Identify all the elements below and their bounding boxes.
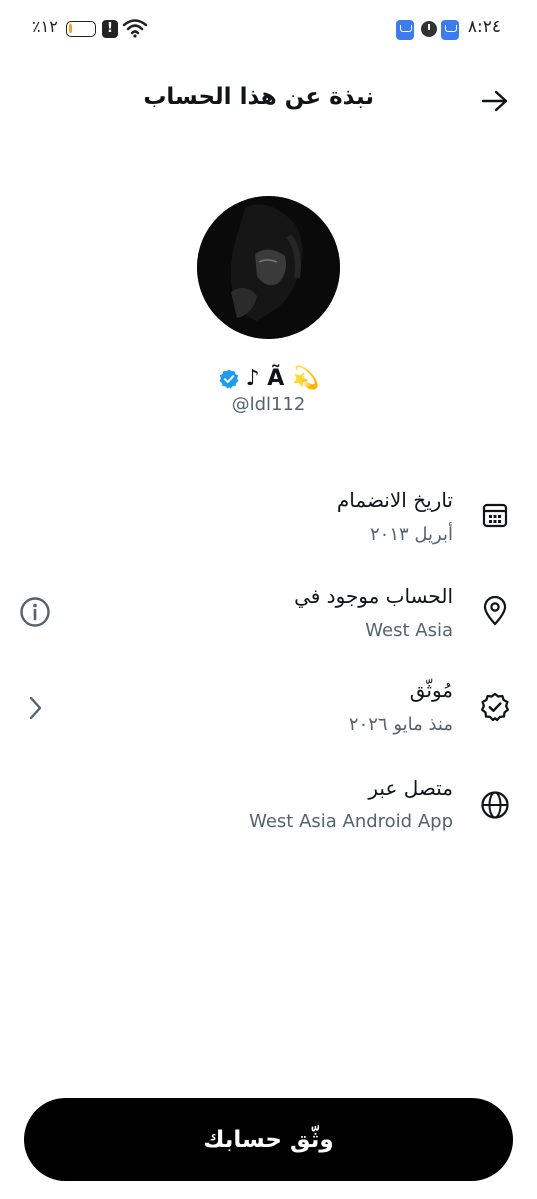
verified-title: مُوثّق xyxy=(409,678,453,702)
info-icon[interactable] xyxy=(18,595,52,629)
back-button[interactable] xyxy=(478,84,512,118)
calendar-icon xyxy=(478,498,512,532)
location-value: West Asia xyxy=(365,620,453,641)
joined-value: أبريل ٢٠١٣ xyxy=(370,524,453,545)
battery-icon xyxy=(66,21,96,37)
verify-account-button[interactable]: وثّق حسابك xyxy=(24,1098,513,1181)
connected-title: متصل عبر xyxy=(368,776,453,800)
info-row-joined: تاريخ الانضمام أبريل ٢٠١٣ xyxy=(0,482,537,562)
verified-badge-icon xyxy=(219,368,239,389)
battery-percent: ٪١٢ xyxy=(32,17,58,36)
info-row-connected: متصل عبر West Asia Android App xyxy=(0,774,537,854)
arrow-right-icon xyxy=(481,90,508,112)
alert-icon: ! xyxy=(102,20,118,38)
user-handle: @ldl112 xyxy=(231,394,306,415)
display-name: ♪ Ã 💫 xyxy=(245,366,320,391)
connected-value: West Asia Android App xyxy=(249,811,453,832)
verified-badge-icon xyxy=(478,690,512,724)
globe-icon xyxy=(478,788,512,822)
alarm-clock-icon xyxy=(421,21,437,37)
chevron-left-icon[interactable] xyxy=(18,691,52,725)
page-title: نبذة عن هذا الحساب xyxy=(143,84,374,110)
app-notification-icon xyxy=(396,20,414,40)
battery-level xyxy=(69,24,72,33)
location-title: الحساب موجود في xyxy=(294,584,453,608)
info-row-verified[interactable]: مُوثّق منذ مايو ٢٠٢٦ xyxy=(0,674,537,754)
app-notification-icon xyxy=(441,20,459,40)
display-name-row: ♪ Ã 💫 xyxy=(0,366,537,391)
location-pin-icon xyxy=(478,594,512,628)
joined-title: تاريخ الانضمام xyxy=(336,488,453,512)
wifi-icon xyxy=(122,18,148,42)
verified-value: منذ مايو ٢٠٢٦ xyxy=(348,714,453,735)
status-time: ٨:٢٤ xyxy=(467,17,501,37)
info-row-location[interactable]: الحساب موجود في West Asia xyxy=(0,578,537,658)
avatar xyxy=(197,196,340,339)
status-bar: ٨:٢٤ ٪١٢ ! xyxy=(0,0,537,60)
